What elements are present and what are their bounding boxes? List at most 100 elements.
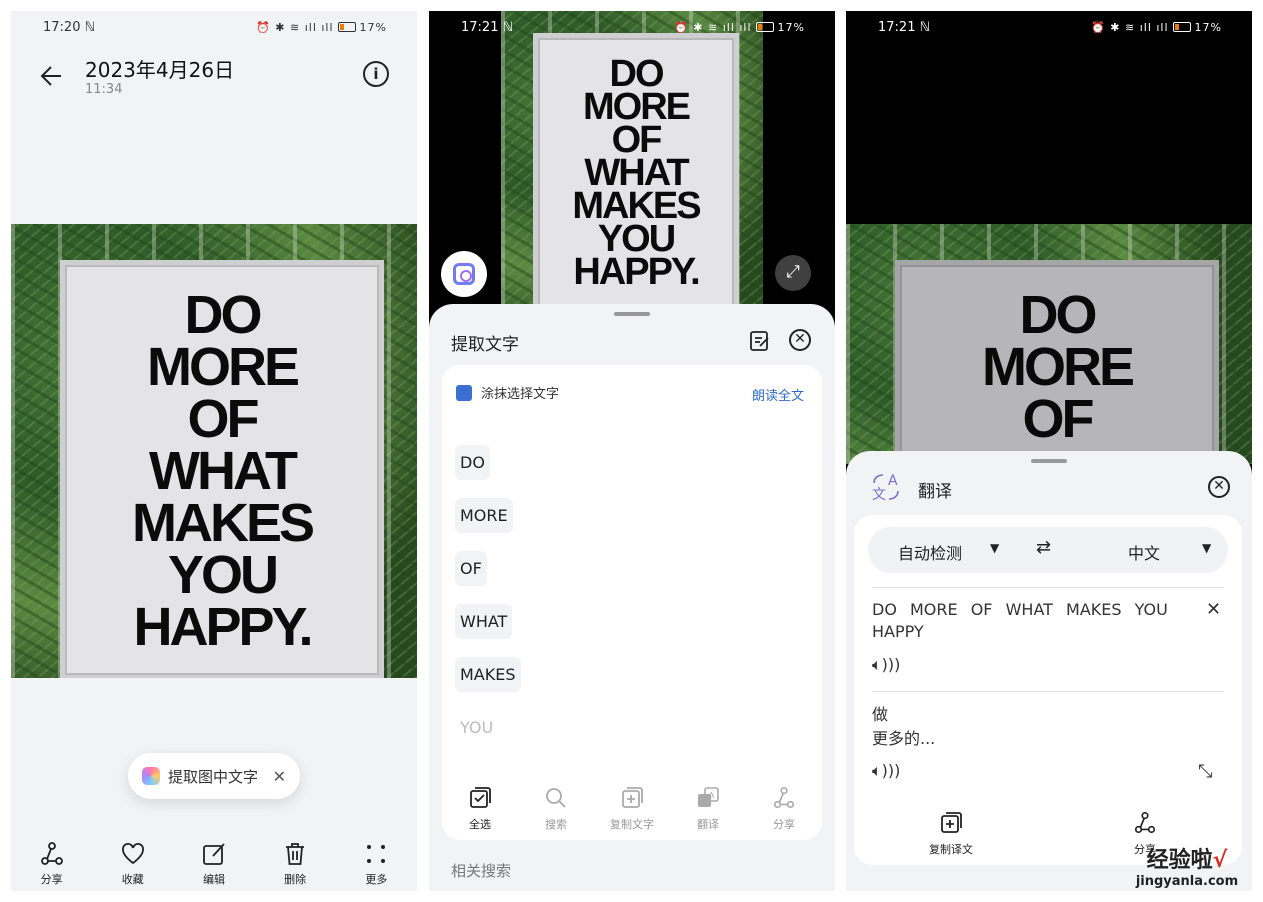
share-label: 分享	[40, 873, 63, 886]
caret-down-icon[interactable]: ▼	[1202, 541, 1211, 555]
speaker-icon[interactable]: 🔈︎)))	[872, 761, 900, 781]
poster: DO MORE OF	[895, 260, 1219, 464]
photo-toolbar: 分享 收藏 编辑 删除 更多	[11, 829, 417, 891]
extract-text-icon	[142, 767, 160, 785]
status-bar: 17:20 ℕ ⏰ ✱ ≋ ıll ıll 17%	[11, 11, 417, 43]
expand-icon[interactable]: ⤡	[1198, 761, 1212, 782]
related-search-heading: 相关搜索	[451, 862, 512, 880]
source-language-select[interactable]: 自动检测	[898, 540, 962, 564]
select-all-button[interactable]: 全选	[445, 786, 515, 832]
poster: DO MORE OF WHAT MAKES YOU HAPPY.	[60, 260, 384, 678]
share-label: 分享	[773, 818, 795, 831]
status-icons: ⏰ ✱ ≋ ıll ıll 17%	[1091, 20, 1222, 34]
edit-button[interactable]: 编辑	[179, 829, 249, 891]
close-icon[interactable]: ✕	[789, 329, 811, 351]
word-chip[interactable]: YOU	[455, 710, 498, 745]
smear-select[interactable]: 涂抹选择文字	[456, 383, 559, 402]
drag-handle[interactable]	[614, 312, 650, 316]
svg-text:A: A	[888, 473, 898, 489]
caret-down-icon[interactable]: ▼	[990, 541, 999, 555]
extract-text-screen: DO MORE OF WHAT MAKES YOU HAPPY. 17:21 ℕ…	[429, 11, 835, 891]
close-icon[interactable]: ✕	[1208, 476, 1230, 498]
status-time: 17:21 ℕ	[878, 19, 931, 35]
edit-icon	[203, 843, 225, 865]
poster-line: MAKES	[131, 493, 315, 553]
search-button[interactable]: 搜索	[521, 786, 591, 832]
close-icon[interactable]: ✕	[273, 767, 286, 786]
select-all-icon	[470, 787, 491, 808]
svg-text:文: 文	[872, 487, 886, 503]
expand-icon[interactable]: ⤢	[775, 255, 811, 291]
extract-text-label: 提取图中文字	[168, 767, 259, 786]
translated-line: 做	[872, 705, 889, 724]
word-chip[interactable]: OF	[455, 551, 487, 586]
poster-text: DO MORE OF	[900, 288, 1214, 446]
lens-button[interactable]	[441, 251, 487, 297]
poster-line: YOU	[167, 545, 279, 605]
copy-icon	[941, 812, 962, 833]
drag-handle[interactable]	[1031, 459, 1067, 463]
copy-translation-button[interactable]: 复制译文	[911, 811, 991, 857]
status-bar: 17:21 ℕ ⏰ ✱ ≋ ıll ıll 17%	[846, 11, 1252, 43]
favorite-button[interactable]: 收藏	[98, 829, 168, 891]
translated-line: 更多的...	[872, 729, 936, 748]
word-chip[interactable]: MAKES	[455, 657, 521, 692]
watermark: 经验啦√ jingyanla.com	[1122, 842, 1252, 889]
document-icon	[456, 384, 472, 401]
word-chip[interactable]: WHAT	[455, 604, 513, 639]
speaker-icon[interactable]: 🔈︎)))	[872, 655, 900, 675]
status-bar: 17:21 ℕ ⏰ ✱ ≋ ıll ıll 17%	[429, 11, 835, 43]
battery-level: 17%	[777, 20, 805, 34]
translate-title: 翻译	[918, 482, 952, 502]
clear-icon[interactable]: ✕	[1206, 599, 1221, 620]
translate-button[interactable]: A 翻译	[673, 786, 743, 832]
svg-text:A: A	[709, 791, 715, 800]
poster-line: WHAT	[149, 441, 298, 501]
info-icon[interactable]: i	[363, 61, 389, 87]
translate-screen: DO MORE OF 17:21 ℕ ⏰ ✱ ≋ ıll ıll 17% A文 …	[846, 11, 1252, 891]
swap-languages-icon[interactable]: ⇄	[1036, 537, 1051, 558]
poster-text: DO MORE OF WHAT MAKES YOU HAPPY.	[65, 288, 379, 657]
heart-icon	[121, 843, 144, 865]
watermark-cn: 经验啦	[1146, 848, 1213, 873]
delete-button[interactable]: 删除	[260, 829, 330, 891]
photo-header: 2023年4月26日 11:34 i	[11, 51, 417, 111]
favorite-label: 收藏	[121, 873, 144, 886]
copy-text-button[interactable]: 复制文字	[597, 786, 667, 832]
battery-icon	[337, 22, 356, 32]
language-bar: 自动检测 ▼ ⇄ 中文 ▼	[868, 527, 1228, 573]
status-time: 17:21 ℕ	[461, 19, 514, 35]
battery-icon	[1172, 22, 1191, 32]
translate-icon: A文	[872, 473, 899, 503]
extract-text-sheet: 提取文字 ✕ 涂抹选择文字 朗读全文 DO MORE OF WHAT MAKES…	[429, 304, 835, 891]
word-chip[interactable]: MORE	[455, 498, 513, 533]
back-arrow-icon[interactable]	[39, 63, 65, 89]
battery-level: 17%	[1194, 20, 1222, 34]
share-button[interactable]: 分享	[749, 786, 819, 832]
search-icon	[546, 788, 566, 808]
check-icon: √	[1212, 848, 1228, 873]
watermark-en: jingyanla.com	[1135, 874, 1239, 889]
edit-note-icon[interactable]	[749, 330, 771, 352]
translated-text: 做 更多的...	[872, 703, 935, 751]
extract-text-chip[interactable]: 提取图中文字 ✕	[128, 753, 300, 799]
translate-card: 自动检测 ▼ ⇄ 中文 ▼ DO MORE OF WHAT MAKES YOU …	[854, 515, 1242, 865]
photo: DO MORE OF WHAT MAKES YOU HAPPY.	[501, 11, 763, 321]
share-button[interactable]: 分享	[17, 829, 87, 891]
search-label: 搜索	[545, 818, 567, 831]
gallery-photo-screen: 17:20 ℕ ⏰ ✱ ≋ ıll ıll 17% 2023年4月26日 11:…	[11, 11, 417, 891]
more-button[interactable]: 更多	[341, 829, 411, 891]
read-all-link[interactable]: 朗读全文	[752, 385, 804, 404]
word-chip[interactable]: DO	[455, 445, 490, 480]
target-language-select[interactable]: 中文	[1128, 540, 1160, 564]
poster-text: DO MORE OF WHAT MAKES YOU HAPPY.	[538, 55, 734, 291]
extract-toolbar: 全选 搜索 复制文字 A 翻译 分享	[442, 786, 822, 832]
word-list: DO MORE OF WHAT MAKES YOU	[455, 445, 521, 763]
copy-text-label: 复制文字	[610, 818, 654, 831]
source-text[interactable]: DO MORE OF WHAT MAKES YOU HAPPY	[872, 599, 1172, 643]
translate-icon: A	[698, 787, 719, 807]
photo[interactable]: DO MORE OF WHAT MAKES YOU HAPPY.	[11, 224, 417, 678]
poster-line: HAPPY.	[133, 597, 313, 657]
share-icon	[40, 842, 63, 865]
lens-icon	[453, 263, 475, 285]
